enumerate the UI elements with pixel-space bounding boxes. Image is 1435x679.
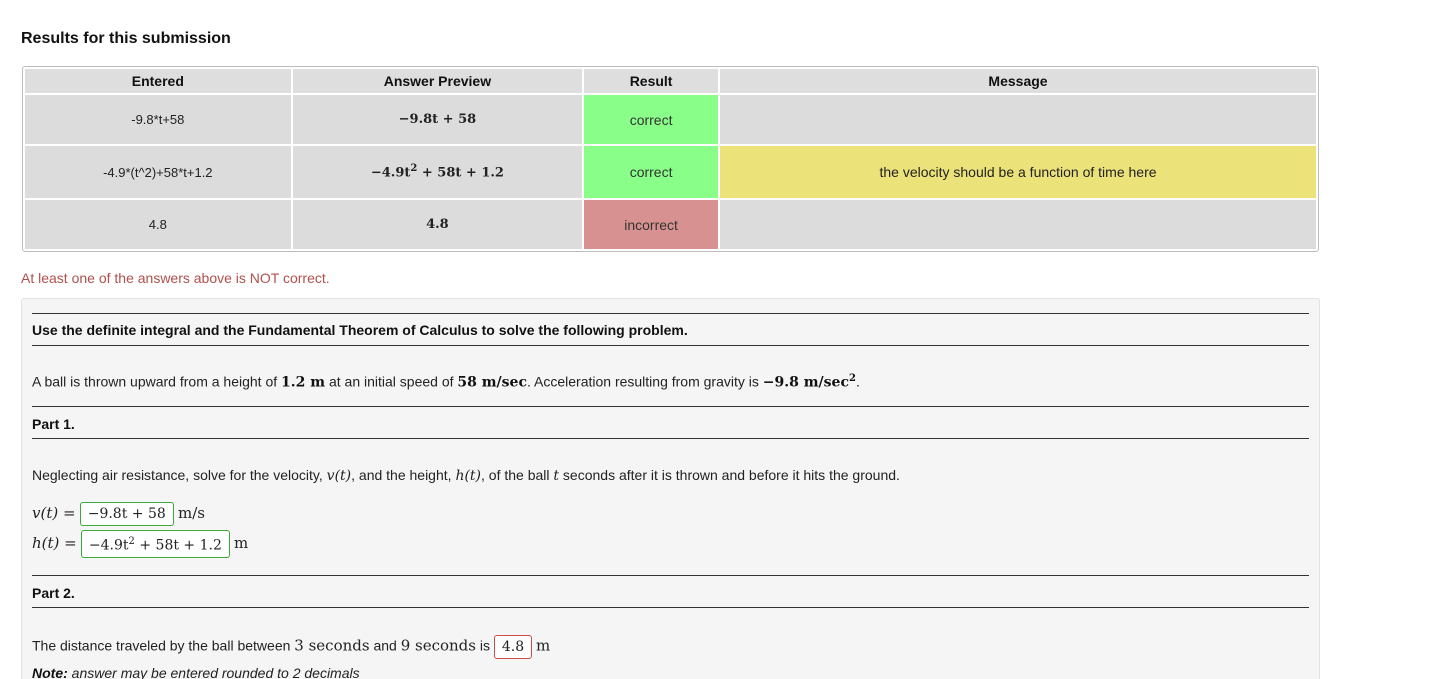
part1-text-segment: Neglecting air resistance, solve for the… — [32, 467, 327, 483]
result-cell: correct — [584, 95, 719, 144]
part2-text-segment: is — [475, 637, 494, 654]
table-row: -4.9*(t^2)+58*t+1.2 −4.9t2 + 58t + 1.2 c… — [25, 146, 1316, 198]
velocity-answer-input[interactable]: −9.8t + 58 — [79, 502, 174, 526]
results-heading: Results for this submission — [21, 30, 231, 47]
initial-height: 1.2 m — [281, 374, 326, 391]
header-entered: Entered — [25, 69, 291, 93]
gravity-exponent: 2 — [848, 373, 856, 384]
note-label: Note: — [32, 665, 68, 679]
problem-instruction: Use the definite integral and the Fundam… — [32, 322, 688, 338]
table-row: 4.8 4.8 incorrect — [25, 200, 1316, 249]
result-cell: correct — [584, 146, 719, 198]
statement-text: . — [855, 373, 860, 390]
entered-cell: 4.8 — [25, 200, 291, 249]
part2-text-segment: The distance traveled by the ball betwee… — [32, 637, 295, 654]
statement-text: . Acceleration resulting from gravity is — [527, 373, 763, 390]
note-text: answer may be entered rounded to 2 decim… — [67, 665, 360, 679]
part1-label: Part 1. — [32, 416, 75, 432]
distance-answer-input[interactable]: 4.8 — [493, 635, 533, 659]
initial-speed: 58 m/sec — [457, 374, 527, 391]
table-header-row: Entered Answer Preview Result Message — [25, 69, 1316, 93]
table-row: -9.8*t+58 −9.8t + 58 correct — [25, 95, 1316, 144]
height-unit: m — [234, 533, 249, 552]
distance-unit: m — [536, 636, 551, 655]
entered-cell: -9.8*t+58 — [25, 95, 291, 144]
velocity-unit: m/s — [177, 503, 205, 522]
results-table: Entered Answer Preview Result Message -9… — [22, 66, 1319, 252]
rounding-note: Note: answer may be entered rounded to 2… — [32, 665, 360, 679]
preview-cell: −4.9t2 + 58t + 1.2 — [292, 146, 583, 198]
height-equation: h(t) = −4.9t2 + 58t + 1.2 m — [32, 530, 248, 558]
entered-cell: -4.9*(t^2)+58*t+1.2 — [25, 146, 291, 198]
part1-text-segment: , of the ball — [481, 467, 554, 483]
gravity: −9.8 m/sec — [762, 374, 849, 391]
incorrect-warning: At least one of the answers above is NOT… — [21, 270, 330, 286]
message-cell: the velocity should be a function of tim… — [720, 146, 1316, 198]
problem-statement: A ball is thrown upward from a height of… — [32, 373, 860, 391]
divider — [32, 406, 1309, 407]
statement-text: at an initial speed of — [325, 373, 458, 390]
preview-cell: 4.8 — [292, 200, 583, 249]
part1-text: Neglecting air resistance, solve for the… — [32, 467, 900, 484]
height-symbol: h(t) — [455, 468, 482, 484]
header-answer-preview: Answer Preview — [292, 69, 583, 93]
header-result: Result — [584, 69, 719, 93]
header-message: Message — [720, 69, 1316, 93]
divider — [32, 575, 1309, 576]
velocity-symbol: v(t) — [326, 468, 352, 484]
height-answer-rest: + 58t + 1.2 — [134, 537, 222, 554]
velocity-equation: v(t) = −9.8t + 58 m/s — [32, 502, 205, 526]
divider — [32, 345, 1309, 346]
preview-rest: + 58t + 1.2 — [417, 165, 504, 181]
statement-text: A ball is thrown upward from a height of — [32, 373, 282, 390]
part2-label: Part 2. — [32, 585, 75, 601]
message-cell — [720, 200, 1316, 249]
height-answer-main: −4.9t — [88, 537, 129, 554]
preview-main: −4.9t — [370, 165, 411, 181]
part1-text-segment: seconds after it is thrown and before it… — [559, 467, 900, 483]
preview-cell: −9.8t + 58 — [292, 95, 583, 144]
end-time: 9 seconds — [400, 636, 476, 655]
divider — [32, 438, 1309, 439]
start-time: 3 seconds — [294, 636, 370, 655]
message-cell — [720, 95, 1316, 144]
divider — [32, 313, 1309, 314]
results-page: Results for this submission Entered Answ… — [0, 0, 1435, 679]
height-answer-input[interactable]: −4.9t2 + 58t + 1.2 — [80, 530, 230, 558]
divider — [32, 607, 1309, 608]
problem-box: Use the definite integral and the Fundam… — [21, 298, 1320, 679]
height-lhs: h(t) = — [32, 533, 77, 552]
part2-text: The distance traveled by the ball betwee… — [32, 635, 550, 659]
part1-text-segment: , and the height, — [351, 467, 456, 483]
part2-text-segment: and — [369, 637, 401, 654]
velocity-lhs: v(t) = — [32, 503, 76, 522]
result-cell: incorrect — [584, 200, 719, 249]
